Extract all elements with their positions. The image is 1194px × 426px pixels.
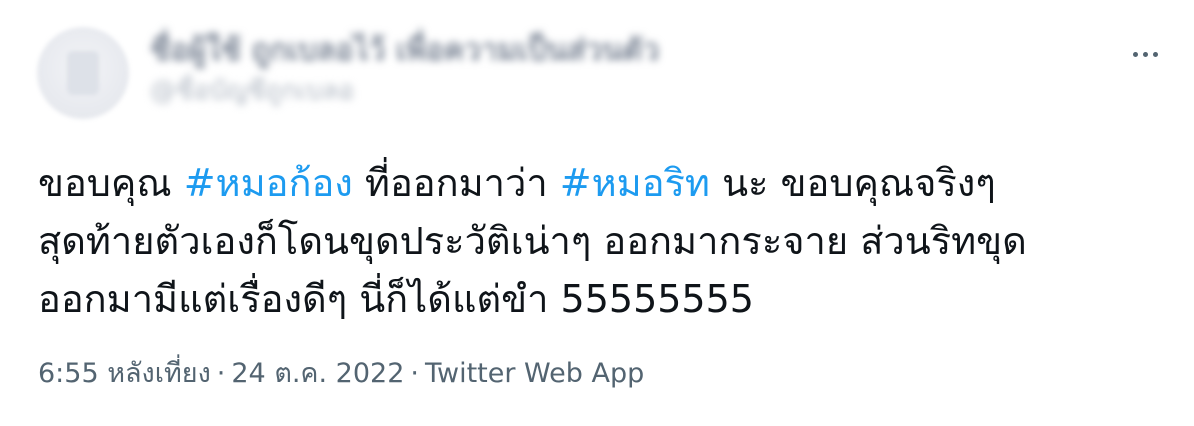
author-display-name[interactable]: ชื่อผู้ใช้ ถูกเบลอไว้ เพื่อความเป็นส่วนต… bbox=[150, 34, 659, 68]
hashtag-link[interactable]: #หมอริท bbox=[560, 161, 710, 205]
author-handle[interactable]: @ชื่อบัญชีถูกเบลอ bbox=[150, 76, 659, 106]
tweet-meta: 6:55 หลังเที่ยง · 24 ต.ค. 2022 · Twitter Web… bbox=[38, 356, 644, 392]
tweet-line: ขอบคุณ #หมอก้อง ที่ออกมาว่า #หมอริท นะ ข… bbox=[38, 154, 1168, 212]
tweet-date-link[interactable]: 24 ต.ค. 2022 bbox=[231, 358, 404, 389]
hashtag-link[interactable]: #หมอก้อง bbox=[184, 161, 353, 205]
avatar[interactable] bbox=[37, 27, 129, 119]
tweet-text-segment: นะ ขอบคุณจริงๆ bbox=[709, 161, 996, 205]
tweet-text: ขอบคุณ #หมอก้อง ที่ออกมาว่า #หมอริท นะ ข… bbox=[38, 154, 1168, 328]
more-horizontal-icon bbox=[1132, 51, 1138, 57]
meta-separator: · bbox=[410, 358, 419, 389]
tweet-card: ชื่อผู้ใช้ ถูกเบลอไว้ เพื่อความเป็นส่วนต… bbox=[0, 0, 1194, 426]
tweet-text-segment: ที่ออกมาว่า bbox=[352, 161, 560, 205]
more-horizontal-icon bbox=[1152, 51, 1158, 57]
more-options-button[interactable] bbox=[1128, 40, 1162, 68]
meta-separator: · bbox=[216, 358, 226, 389]
avatar-image bbox=[67, 51, 99, 95]
tweet-line: สุดท้ายตัวเองก็โดนขุดประวัติเน่าๆ ออกมาก… bbox=[38, 219, 1027, 263]
tweet-text-segment: ขอบคุณ bbox=[38, 161, 184, 205]
tweet-source-link[interactable]: Twitter Web App bbox=[425, 358, 644, 389]
tweet-line: ออกมามีแต่เรื่องดีๆ นี่ก็ได้แต่ขำ 555555… bbox=[38, 277, 754, 321]
more-horizontal-icon bbox=[1142, 51, 1148, 57]
tweet-time-link[interactable]: 6:55 หลังเที่ยง bbox=[38, 358, 211, 389]
author-block: ชื่อผู้ใช้ ถูกเบลอไว้ เพื่อความเป็นส่วนต… bbox=[150, 34, 659, 107]
